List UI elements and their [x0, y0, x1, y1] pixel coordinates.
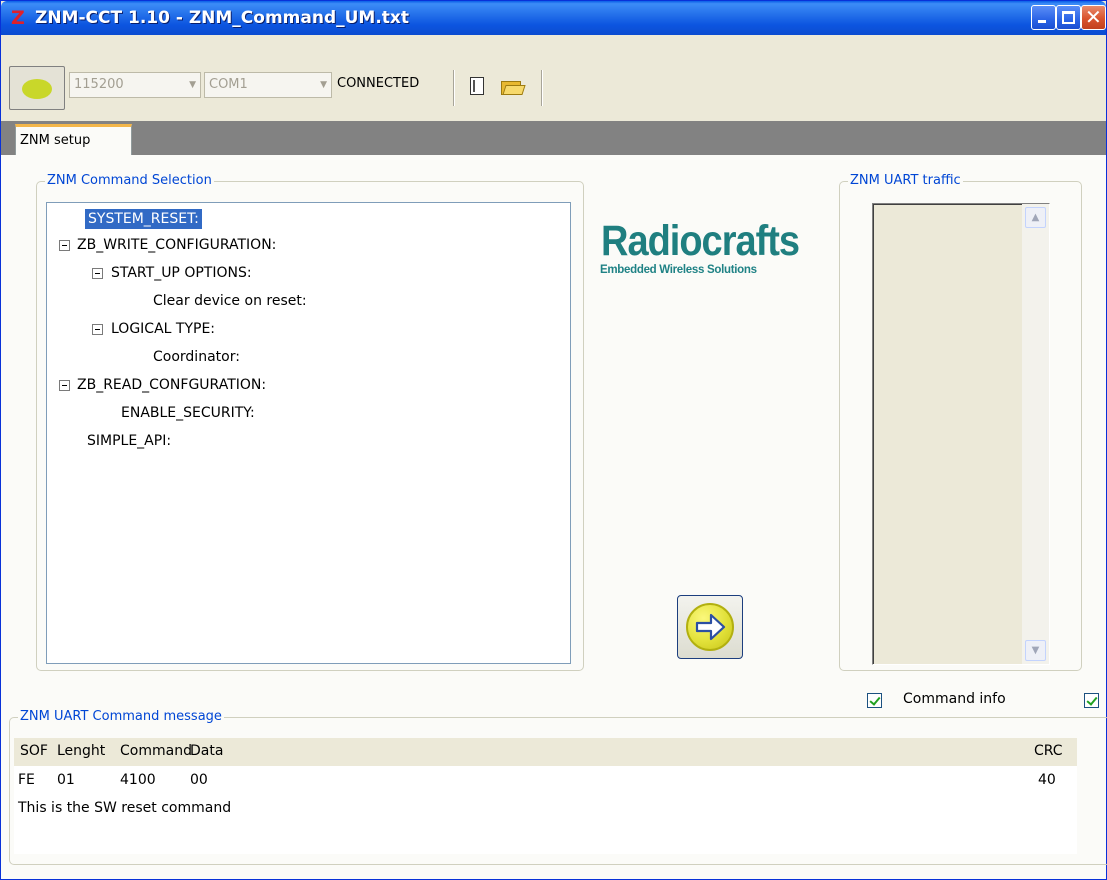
- tab-znm-setup[interactable]: ZNM setup: [15, 124, 132, 155]
- vertical-scrollbar[interactable]: ▲ ▼: [1022, 204, 1049, 664]
- collapse-icon[interactable]: [92, 324, 103, 335]
- connect-button[interactable]: [9, 66, 65, 110]
- value-crc: 40: [1038, 772, 1056, 788]
- command-info-checkbox[interactable]: [867, 693, 882, 708]
- tree-node-coordinator[interactable]: Coordinator:: [153, 347, 240, 367]
- tab-strip: ZNM setup: [1, 121, 1106, 155]
- value-length: 01: [57, 772, 75, 788]
- tree-node-clear-device-on-reset[interactable]: Clear device on reset:: [153, 291, 307, 311]
- tree-node-zb-read-confguration[interactable]: ZB_READ_CONFGURATION:: [77, 375, 266, 395]
- toolbar: 115200 ▼ COM1 ▼ CONNECTED: [1, 35, 1106, 121]
- header-command: Command: [120, 743, 192, 759]
- command-tree[interactable]: SYSTEM_RESET: ZB_WRITE_CONFIGURATION: ST…: [46, 202, 571, 664]
- connection-status: CONNECTED: [337, 76, 420, 91]
- close-button[interactable]: ✕: [1081, 5, 1106, 30]
- header-length: Lenght: [57, 743, 106, 759]
- tree-node-start-up-options[interactable]: START_UP OPTIONS:: [111, 263, 252, 283]
- command-description: This is the SW reset command: [18, 800, 232, 816]
- collapse-icon[interactable]: [59, 380, 70, 391]
- value-command: 4100: [120, 772, 156, 788]
- tree-node-simple-api[interactable]: SIMPLE_API:: [87, 431, 171, 451]
- command-message-legend: ZNM UART Command message: [18, 709, 224, 724]
- message-header-row: SOF Lenght Command Data CRC: [14, 738, 1077, 766]
- value-sof: FE: [18, 772, 35, 788]
- logo-tagline: Embedded Wireless Solutions: [600, 264, 757, 276]
- header-crc: CRC: [1034, 743, 1063, 759]
- close-icon: ✕: [1085, 5, 1102, 29]
- tab-content: ZNM Command Selection SYSTEM_RESET: ZB_W…: [1, 155, 1107, 879]
- value-data: 00: [190, 772, 208, 788]
- header-sof: SOF: [20, 743, 48, 759]
- toolbar-separator: [541, 70, 543, 106]
- collapse-icon[interactable]: [59, 240, 70, 251]
- chevron-down-icon: ▼: [320, 80, 327, 90]
- collapse-icon[interactable]: [92, 268, 103, 279]
- window-title: ZNM-CCT 1.10 - ZNM_Command_UM.txt: [35, 8, 410, 28]
- baud-rate-select[interactable]: 115200 ▼: [69, 72, 201, 98]
- tree-node-enable-security[interactable]: ENABLE_SECURITY:: [121, 403, 255, 423]
- radiocrafts-logo: Radiocrafts: [601, 218, 800, 266]
- send-command-button[interactable]: [677, 595, 743, 659]
- new-file-button[interactable]: [467, 76, 489, 96]
- command-selection-legend: ZNM Command Selection: [45, 173, 214, 188]
- new-file-icon: [470, 77, 484, 95]
- tree-node-system-reset[interactable]: SYSTEM_RESET:: [85, 209, 202, 229]
- toolbar-separator: [453, 70, 455, 106]
- arrow-right-icon: [686, 603, 734, 651]
- header-data: Data: [190, 743, 224, 759]
- scroll-up-icon[interactable]: ▲: [1025, 207, 1046, 228]
- uart-traffic-group: ZNM UART traffic ▲ ▼: [839, 173, 1082, 671]
- app-window: Z ZNM-CCT 1.10 - ZNM_Command_UM.txt ✕ 11…: [0, 0, 1107, 880]
- uart-traffic-log[interactable]: ▲ ▼: [872, 203, 1050, 665]
- open-file-button[interactable]: [501, 76, 526, 96]
- minimize-icon: [1038, 20, 1046, 23]
- secondary-checkbox[interactable]: [1084, 693, 1099, 708]
- command-selection-group: ZNM Command Selection SYSTEM_RESET: ZB_W…: [36, 173, 584, 671]
- command-message-group: ZNM UART Command message SOF Lenght Comm…: [9, 709, 1107, 865]
- command-info-label: Command info: [903, 691, 1006, 707]
- minimize-button[interactable]: [1031, 5, 1056, 30]
- maximize-icon: [1062, 11, 1075, 24]
- com-port-value: COM1: [209, 77, 248, 92]
- uart-traffic-legend: ZNM UART traffic: [848, 173, 963, 188]
- title-bar[interactable]: Z ZNM-CCT 1.10 - ZNM_Command_UM.txt ✕: [1, 1, 1106, 35]
- chevron-down-icon: ▼: [189, 80, 196, 90]
- scroll-down-icon[interactable]: ▼: [1025, 640, 1046, 661]
- connection-led-icon: [22, 79, 52, 99]
- maximize-button[interactable]: [1056, 5, 1081, 30]
- baud-rate-value: 115200: [74, 77, 124, 92]
- message-body: FE 01 4100 00 40 This is the SW reset co…: [14, 766, 1077, 854]
- tree-node-logical-type[interactable]: LOGICAL TYPE:: [111, 319, 215, 339]
- app-icon: Z: [11, 7, 25, 29]
- com-port-select[interactable]: COM1 ▼: [204, 72, 332, 98]
- tree-node-zb-write-configuration[interactable]: ZB_WRITE_CONFIGURATION:: [77, 235, 276, 255]
